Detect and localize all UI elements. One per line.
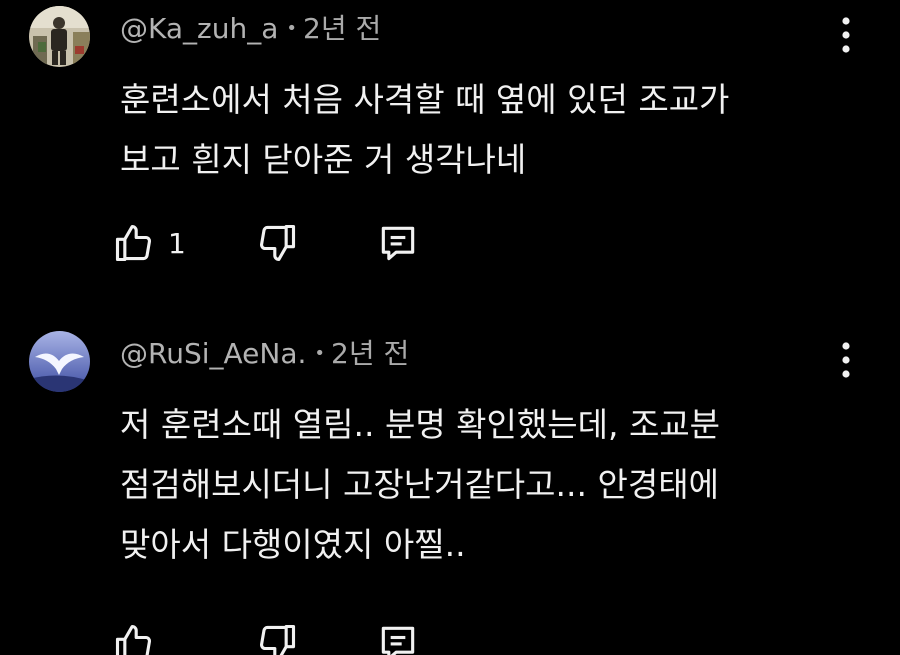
comment-text: 저 훈련소때 열림.. 분명 확인했는데, 조교분 점검해보시더니 고장난거같다… [120, 395, 840, 575]
reply-comment-icon [381, 226, 415, 261]
comment-meta: @RuSi_AeNa. • 2년 전 [120, 334, 409, 374]
comment-text-line: 맞아서 다행이였지 아찔.. [120, 525, 466, 564]
person-photo-avatar-icon [29, 6, 90, 67]
comment-actions: 1 [112, 215, 452, 271]
thumbs-up-icon [115, 224, 152, 262]
thumbs-down-icon [259, 224, 296, 262]
comment-thread-item: @RuSi_AeNa. • 2년 전 저 훈련소때 열림.. 분명 확인했는데, 조… [0, 325, 900, 655]
comment-text-line: 점검해보시더니 고장난거같다고... 안경태에 [120, 465, 719, 504]
more-vertical-icon [842, 17, 850, 53]
comment-thread-item: @Ka_zuh_a • 2년 전 훈련소에서 처음 사격할 때 옆에 있던 조교가 … [0, 0, 900, 300]
more-vertical-icon [842, 342, 850, 378]
reply-button[interactable] [376, 215, 420, 271]
comment-text: 훈련소에서 처음 사격할 때 옆에 있던 조교가 보고 흰지 닫아준 거 생각나… [120, 70, 840, 190]
avatar[interactable] [29, 6, 90, 67]
comment-actions [112, 615, 452, 655]
avatar[interactable] [29, 331, 90, 392]
meta-separator: • [286, 18, 297, 39]
like-count: 1 [168, 226, 186, 260]
like-button[interactable] [112, 615, 168, 655]
comment-text-line: 보고 흰지 닫아준 거 생각나네 [120, 140, 527, 179]
comment-meta: @Ka_zuh_a • 2년 전 [120, 9, 381, 49]
bird-avatar-icon [29, 331, 90, 392]
thumbs-down-icon [259, 624, 296, 655]
comment-text-line: 저 훈련소때 열림.. 분명 확인했는데, 조교분 [120, 405, 721, 444]
comment-time[interactable]: 2년 전 [303, 12, 381, 45]
like-button[interactable]: 1 [112, 215, 186, 271]
comment-text-line: 훈련소에서 처음 사격할 때 옆에 있던 조교가 [120, 80, 730, 119]
comment-time[interactable]: 2년 전 [331, 337, 409, 370]
reply-comment-icon [381, 626, 415, 655]
comment-menu-button[interactable] [834, 339, 858, 383]
reply-button[interactable] [376, 615, 420, 655]
thumbs-up-icon [115, 624, 152, 655]
meta-separator: • [314, 343, 326, 364]
dislike-button[interactable] [255, 215, 299, 271]
author-name[interactable]: @Ka_zuh_a [120, 12, 278, 45]
author-name[interactable]: @RuSi_AeNa. [120, 337, 306, 370]
comment-menu-button[interactable] [834, 14, 858, 58]
dislike-button[interactable] [255, 615, 299, 655]
